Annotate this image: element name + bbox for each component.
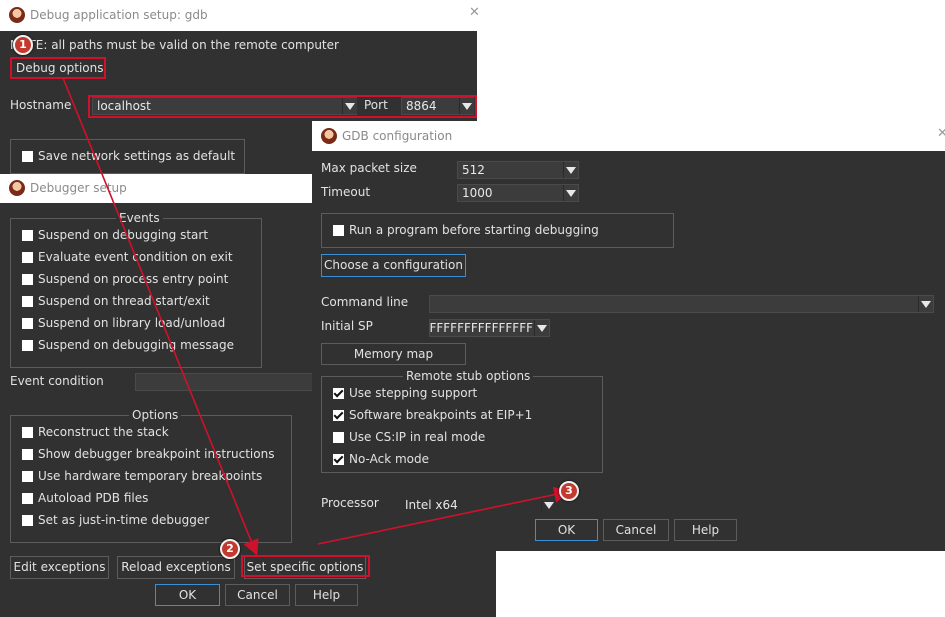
step-badge-1: 1 bbox=[13, 35, 33, 55]
arrow-to-set-specific bbox=[62, 77, 259, 556]
step-badge-2: 2 bbox=[220, 539, 240, 559]
arrow-to-gdb-config bbox=[317, 486, 571, 545]
annotation-arrows bbox=[62, 77, 571, 556]
step-badge-3: 3 bbox=[559, 481, 579, 501]
